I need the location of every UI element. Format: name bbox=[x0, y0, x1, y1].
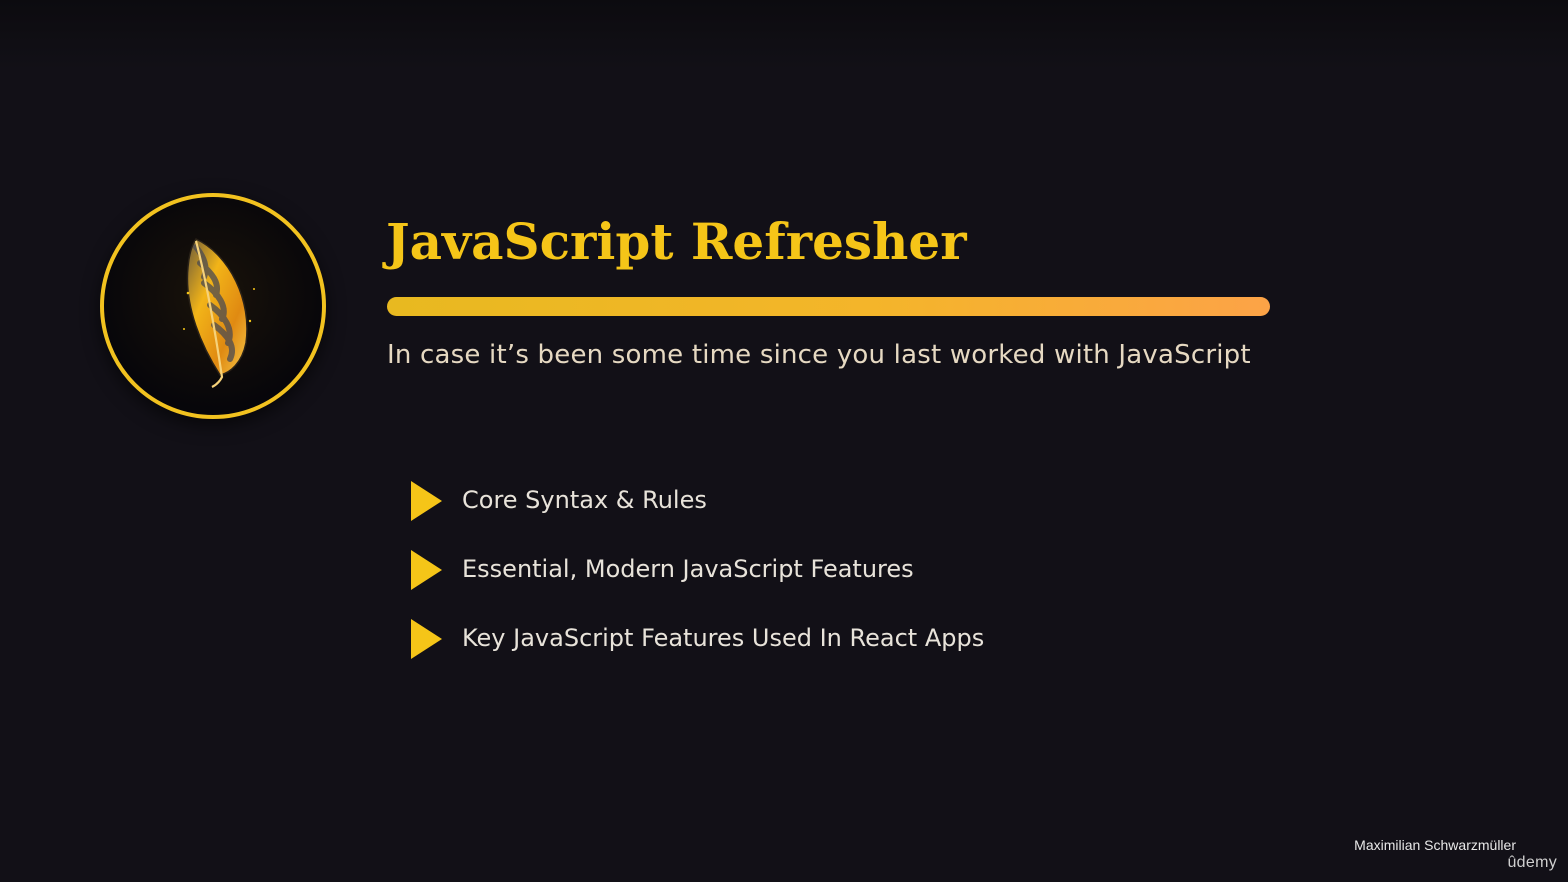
play-triangle-icon bbox=[411, 550, 442, 590]
bullet-label: Core Syntax & Rules bbox=[462, 486, 707, 514]
top-shade bbox=[0, 0, 1568, 70]
slide-subtitle: In case it’s been some time since you la… bbox=[387, 340, 1251, 370]
title-underline-bar bbox=[387, 297, 1270, 316]
play-triangle-icon bbox=[411, 481, 442, 521]
bullet-label: Essential, Modern JavaScript Features bbox=[462, 555, 914, 583]
feather-icon bbox=[183, 238, 255, 388]
topic-badge bbox=[100, 193, 326, 419]
bullet-label: Key JavaScript Features Used In React Ap… bbox=[462, 624, 985, 652]
author-credit: Maximilian Schwarzmüller bbox=[1354, 837, 1516, 853]
slide-title: JavaScript Refresher bbox=[386, 212, 967, 271]
udemy-logo: ûdemy bbox=[1507, 854, 1557, 871]
play-triangle-icon bbox=[411, 619, 442, 659]
